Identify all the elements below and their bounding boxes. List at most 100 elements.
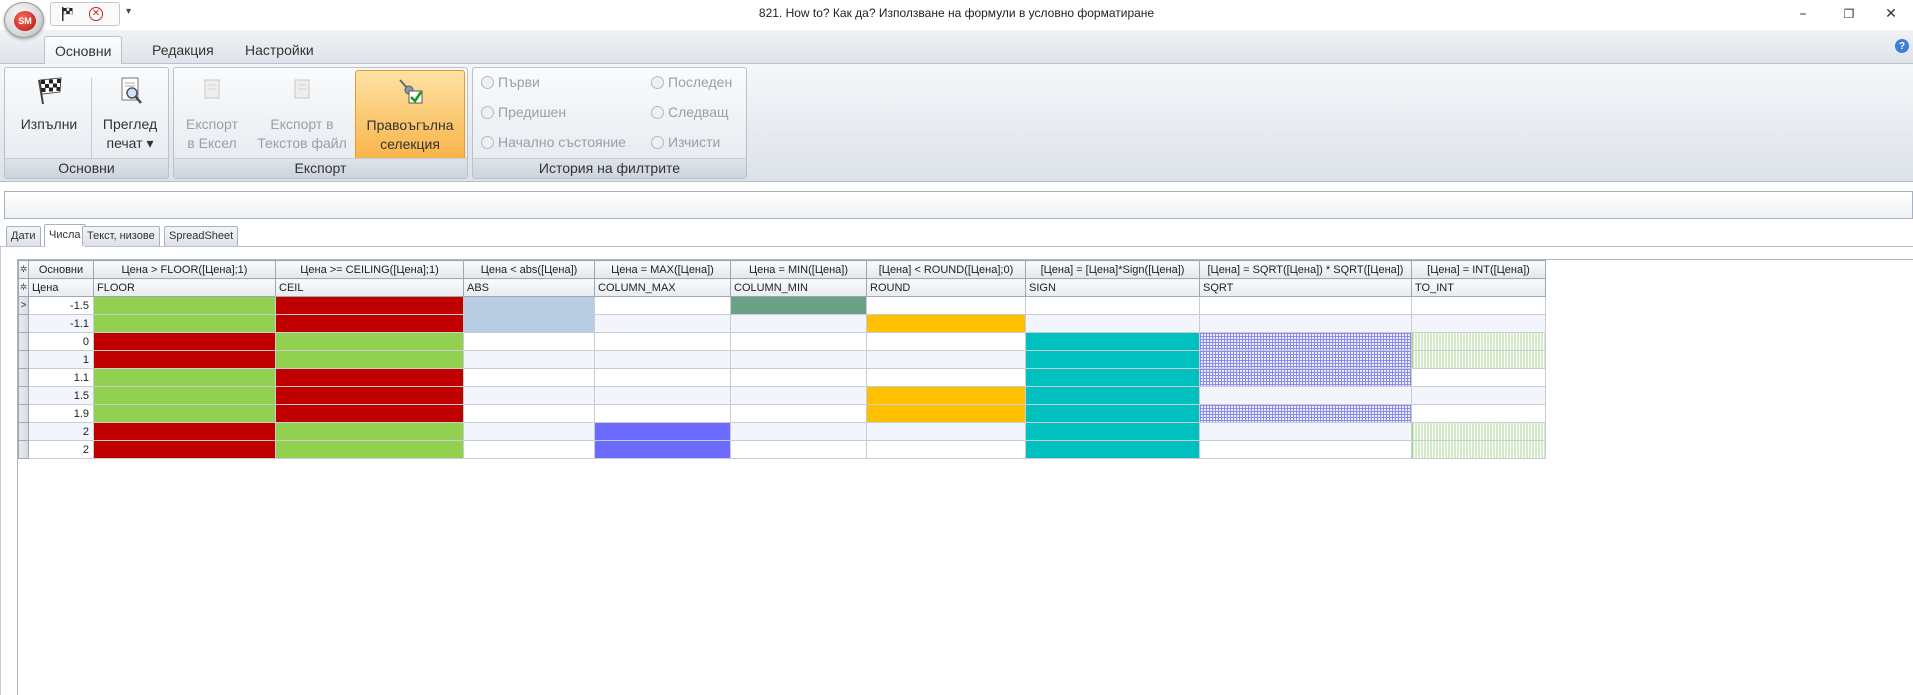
table-row[interactable]: 1.5 <box>18 386 1546 405</box>
format-cell-sign[interactable] <box>1025 314 1200 333</box>
export-text-button[interactable]: Експорт в Текстов файл <box>252 70 352 160</box>
format-cell-abs[interactable] <box>463 440 595 459</box>
format-cell-ceil[interactable] <box>275 422 464 441</box>
row-indicator[interactable]: > <box>18 296 29 315</box>
table-row[interactable]: -1.1 <box>18 314 1546 333</box>
format-cell-to-int[interactable] <box>1411 368 1546 387</box>
column-header[interactable]: Основни <box>28 260 94 279</box>
format-cell-sqrt[interactable] <box>1199 440 1412 459</box>
row-indicator[interactable] <box>18 368 29 387</box>
format-cell-column-min[interactable] <box>730 422 867 441</box>
price-cell[interactable]: -1.5 <box>28 296 94 315</box>
format-cell-abs[interactable] <box>463 422 595 441</box>
price-cell[interactable]: -1.1 <box>28 314 94 333</box>
export-excel-button[interactable]: Експорт в Ексел <box>176 70 248 160</box>
table-row[interactable]: 0 <box>18 332 1546 351</box>
format-cell-sqrt[interactable] <box>1199 422 1412 441</box>
format-cell-to-int[interactable] <box>1411 386 1546 405</box>
column-header[interactable]: [Цена] < ROUND([Цена];0) <box>866 260 1026 279</box>
field-header[interactable]: COLUMN_MAX <box>594 278 731 297</box>
format-cell-sqrt[interactable] <box>1199 350 1412 369</box>
minimize-button[interactable]: – <box>1780 2 1826 26</box>
format-cell-sign[interactable] <box>1025 422 1200 441</box>
format-cell-to-int[interactable] <box>1411 350 1546 369</box>
format-cell-sqrt[interactable] <box>1199 368 1412 387</box>
format-cell-abs[interactable] <box>463 404 595 423</box>
next-button[interactable]: Следващ <box>651 104 729 120</box>
field-header[interactable]: ABS <box>463 278 595 297</box>
format-cell-ceil[interactable] <box>275 332 464 351</box>
price-cell[interactable]: 0 <box>28 332 94 351</box>
format-cell-round[interactable] <box>866 350 1026 369</box>
format-cell-sign[interactable] <box>1025 404 1200 423</box>
format-cell-round[interactable] <box>866 314 1026 333</box>
field-header-expand-icon[interactable]: ✲ <box>18 278 29 297</box>
sheet-tab-numbers[interactable]: Числа <box>44 224 86 247</box>
band-header-expand-icon[interactable]: ✲ <box>18 260 29 279</box>
help-icon[interactable]: ? <box>1895 39 1909 53</box>
field-header[interactable]: Цена <box>28 278 94 297</box>
row-indicator[interactable] <box>18 422 29 441</box>
print-preview-button[interactable]: Преглед печат ▾ <box>93 70 167 160</box>
format-cell-column-max[interactable] <box>594 332 731 351</box>
format-cell-abs[interactable] <box>463 350 595 369</box>
close-button[interactable]: ✕ <box>1868 2 1913 26</box>
format-cell-round[interactable] <box>866 296 1026 315</box>
tab-edit[interactable]: Редакция <box>142 36 224 64</box>
format-cell-sign[interactable] <box>1025 296 1200 315</box>
format-cell-to-int[interactable] <box>1411 422 1546 441</box>
format-cell-floor[interactable] <box>93 404 276 423</box>
rectangular-selection-button[interactable]: Правоъгълна селекция <box>355 70 465 160</box>
format-cell-to-int[interactable] <box>1411 314 1546 333</box>
format-cell-round[interactable] <box>866 404 1026 423</box>
tab-main[interactable]: Основни <box>44 36 123 65</box>
format-cell-sign[interactable] <box>1025 440 1200 459</box>
format-cell-abs[interactable] <box>463 386 595 405</box>
column-header[interactable]: [Цена] = INT([Цена]) <box>1411 260 1546 279</box>
table-row[interactable]: 2 <box>18 440 1546 459</box>
format-cell-abs[interactable] <box>463 332 595 351</box>
filter-bar[interactable] <box>4 191 1913 219</box>
previous-button[interactable]: Предишен <box>481 104 566 120</box>
format-cell-round[interactable] <box>866 440 1026 459</box>
app-logo-button[interactable]: SM <box>4 2 44 38</box>
format-cell-ceil[interactable] <box>275 368 464 387</box>
format-cell-floor[interactable] <box>93 332 276 351</box>
format-cell-floor[interactable] <box>93 296 276 315</box>
tab-settings[interactable]: Настройки <box>235 36 324 64</box>
field-header[interactable]: ROUND <box>866 278 1026 297</box>
field-header[interactable]: SIGN <box>1025 278 1200 297</box>
format-cell-to-int[interactable] <box>1411 332 1546 351</box>
format-cell-to-int[interactable] <box>1411 296 1546 315</box>
table-row[interactable]: 1 <box>18 350 1546 369</box>
format-cell-ceil[interactable] <box>275 404 464 423</box>
format-cell-floor[interactable] <box>93 440 276 459</box>
row-indicator[interactable] <box>18 332 29 351</box>
format-cell-column-min[interactable] <box>730 440 867 459</box>
price-cell[interactable]: 2 <box>28 440 94 459</box>
format-cell-floor[interactable] <box>93 422 276 441</box>
price-cell[interactable]: 1.5 <box>28 386 94 405</box>
format-cell-column-min[interactable] <box>730 314 867 333</box>
format-cell-column-max[interactable] <box>594 386 731 405</box>
column-header[interactable]: [Цена] = SQRT([Цена]) * SQRT([Цена]) <box>1199 260 1412 279</box>
format-cell-sign[interactable] <box>1025 386 1200 405</box>
field-header[interactable]: COLUMN_MIN <box>730 278 867 297</box>
field-header[interactable]: TO_INT <box>1411 278 1546 297</box>
format-cell-column-min[interactable] <box>730 332 867 351</box>
table-row[interactable]: 2 <box>18 422 1546 441</box>
format-cell-column-min[interactable] <box>730 386 867 405</box>
sheet-tab-spreadsheet[interactable]: SpreadSheet <box>164 226 239 246</box>
column-header[interactable]: Цена >= CEILING([Цена];1) <box>275 260 464 279</box>
format-cell-floor[interactable] <box>93 386 276 405</box>
field-header[interactable]: FLOOR <box>93 278 276 297</box>
row-indicator[interactable] <box>18 350 29 369</box>
format-cell-sign[interactable] <box>1025 368 1200 387</box>
format-cell-ceil[interactable] <box>275 440 464 459</box>
format-cell-to-int[interactable] <box>1411 404 1546 423</box>
price-cell[interactable]: 1.1 <box>28 368 94 387</box>
format-cell-column-min[interactable] <box>730 404 867 423</box>
format-cell-column-min[interactable] <box>730 368 867 387</box>
column-header[interactable]: Цена = MAX([Цена]) <box>594 260 731 279</box>
price-cell[interactable]: 1 <box>28 350 94 369</box>
